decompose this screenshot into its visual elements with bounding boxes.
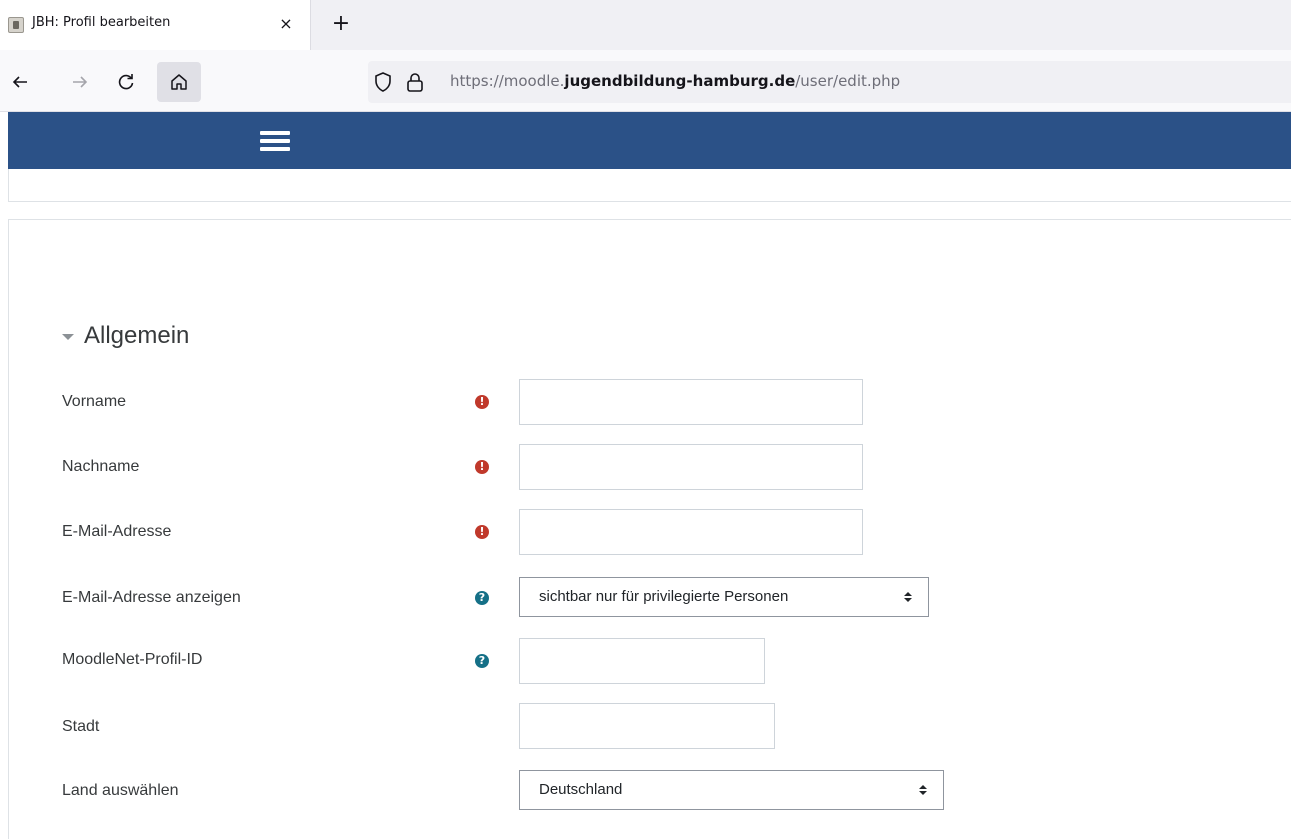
arrow-left-icon — [12, 76, 27, 88]
select-arrows-icon — [904, 592, 912, 602]
caret-down-icon — [62, 334, 74, 340]
tracking-shield-icon[interactable] — [372, 71, 394, 93]
city-input[interactable] — [519, 703, 775, 749]
home-icon — [171, 74, 187, 90]
site-favicon-icon — [8, 17, 24, 33]
address-bar[interactable]: https://moodle.jugendbildung-hamburg.de/… — [368, 61, 1291, 103]
home-button[interactable] — [157, 62, 201, 102]
tab-title: JBH: Profil bearbeiten — [32, 15, 171, 30]
help-icon[interactable]: ? — [475, 654, 489, 668]
url-text[interactable]: https://moodle.jugendbildung-hamburg.de/… — [450, 72, 900, 90]
country-label: Land auswählen — [62, 782, 179, 799]
lastname-input[interactable] — [519, 444, 863, 490]
lock-icon[interactable] — [404, 71, 426, 93]
firstname-input[interactable] — [519, 379, 863, 425]
maildisplay-selected: sichtbar nur für privilegierte Personen — [539, 588, 789, 605]
site-header — [8, 112, 1291, 169]
url-host: jugendbildung-hamburg.de — [564, 72, 796, 90]
help-icon[interactable]: ? — [475, 591, 489, 605]
back-button[interactable] — [5, 67, 35, 97]
select-arrows-icon — [919, 785, 927, 795]
maildisplay-label: E-Mail-Adresse anzeigen — [62, 589, 241, 606]
forward-button[interactable] — [65, 67, 95, 97]
email-label: E-Mail-Adresse — [62, 523, 172, 540]
lastname-label: Nachname — [62, 458, 140, 475]
section-title: Allgemein — [84, 322, 190, 349]
browser-nav-bar: https://moodle.jugendbildung-hamburg.de/… — [0, 50, 1291, 112]
close-tab-icon[interactable]: × — [274, 12, 298, 36]
url-prefix: https://moodle. — [450, 72, 565, 90]
country-selected: Deutschland — [539, 781, 623, 798]
required-icon: ! — [475, 460, 489, 474]
city-label: Stadt — [62, 718, 100, 735]
url-path: /user/edit.php — [795, 72, 901, 90]
browser-tab-bar: JBH: Profil bearbeiten × + — [0, 0, 1291, 50]
arrow-right-icon — [73, 76, 88, 88]
new-tab-button[interactable]: + — [327, 10, 355, 38]
required-icon: ! — [475, 395, 489, 409]
browser-tab[interactable]: JBH: Profil bearbeiten × — [0, 0, 311, 50]
country-select[interactable]: Deutschland — [519, 770, 944, 810]
required-icon: ! — [475, 525, 489, 539]
email-input[interactable] — [519, 509, 863, 555]
maildisplay-select[interactable]: sichtbar nur für privilegierte Personen — [519, 577, 929, 617]
header-card — [8, 169, 1291, 202]
moodlenet-label: MoodleNet-Profil-ID — [62, 651, 203, 668]
section-toggle-allgemein[interactable]: Allgemein — [62, 322, 189, 350]
reload-icon — [118, 74, 134, 90]
firstname-label: Vorname — [62, 393, 127, 410]
hamburger-menu-icon[interactable] — [260, 130, 290, 152]
reload-button[interactable] — [111, 67, 141, 97]
moodlenet-input[interactable] — [519, 638, 765, 684]
